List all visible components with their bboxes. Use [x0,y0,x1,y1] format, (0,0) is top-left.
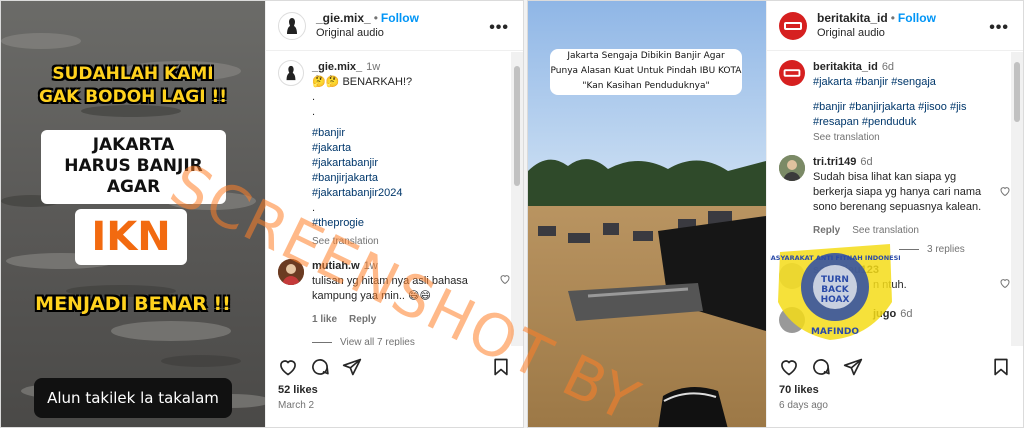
follow-button[interactable]: Follow [898,11,936,25]
overlay-line1: SUDAHLAH KAMI [52,64,214,84]
comments-scrollbar[interactable] [511,52,523,346]
overlay-line2: GAK BODOH LAGI !! [38,87,227,107]
like-comment-icon[interactable] [999,185,1011,197]
hashtag-link[interactable]: #jakarta [312,141,493,156]
avatar[interactable] [278,60,304,86]
seal-center-line2: BACK [821,285,849,295]
left-comments-panel: _gie.mix_ • Follow Original audio ••• _gie… [265,1,523,427]
right-post: Jakarta Sengaja Dibikin Banjir Agar Puny… [527,0,1024,428]
left-post-header: _gie.mix_ • Follow Original audio ••• [266,1,523,51]
view-replies[interactable]: 3 replies [899,244,1011,255]
overlay-box-line3: AGAR [106,177,161,197]
share-icon[interactable] [342,357,362,377]
left-post-video[interactable]: SUDAHLAH KAMI GAK BODOH LAGI !! JAKARTA … [1,1,265,427]
avatar[interactable] [779,11,807,40]
reply-button[interactable]: Reply [349,314,376,325]
video-caption-line2: Punya Alasan Kuat Untuk Pindah IBU KOTA [550,66,742,76]
comment-username[interactable]: mutiah.w [312,260,360,272]
action-bar [767,353,1023,381]
like-comment-icon[interactable] [499,273,511,285]
avatar[interactable] [779,60,805,86]
post-date: March 2 [278,400,315,411]
caption-text: 🤔🤔 BENARKAH!? [312,76,413,88]
see-translation-link[interactable]: See translation [813,132,880,143]
comments-list[interactable]: _gie.mix_ 1w 🤔🤔 BENARKAH!? . . #banjir #j… [266,52,523,346]
more-options-icon[interactable]: ••• [489,19,509,37]
mafindo-seal-logo: TURN BACK HOAX MASYARAKAT ANTI FITNAH IN… [770,244,900,340]
seal-bottom-text: MAFINDO [811,327,859,337]
caption-dot: . [312,202,316,214]
overlay-box-line1: JAKARTA [92,135,175,155]
save-icon[interactable] [491,357,511,377]
caption-username[interactable]: beritakita_id [813,61,878,73]
caption-block: beritakita_id 6d #jakarta #banjir #sengaj… [779,60,1011,145]
video-caption: Jakarta Sengaja Dibikin Banjir Agar Puny… [550,49,742,95]
hashtags-line1[interactable]: #jakarta #banjir #sengaja [813,75,993,90]
header-username[interactable]: _gie.mix_ [316,11,371,25]
scrollbar-thumb[interactable] [514,66,520,186]
likes-count[interactable]: 52 likes [278,384,318,396]
original-audio-link[interactable]: Original audio [316,26,419,41]
view-all-replies[interactable]: View all 7 replies [312,337,511,346]
like-icon[interactable] [278,357,298,377]
original-audio-link[interactable]: Original audio [817,26,936,41]
caption-dot: . [312,106,316,118]
seal-center-line1: TURN [821,275,849,285]
hashtags-line2[interactable]: #banjir #banjirjakarta #jisoo #jis [813,100,993,115]
avatar[interactable] [278,11,306,40]
hashtag-link[interactable]: #banjirjakarta [312,171,493,186]
seal-ring-text: MASYARAKAT ANTI FITNAH INDONESIA [770,254,900,262]
action-bar [266,353,523,381]
hashtag-link[interactable]: #banjir [312,126,493,141]
overlay-box: JAKARTA HARUS BANJIR AGAR [41,130,226,204]
avatar[interactable] [278,259,304,285]
share-icon[interactable] [843,357,863,377]
overlay-bottom-caption: Alun takilek la takalam [34,378,232,418]
hashtag-link[interactable]: #jakartabanjir2024 [312,186,493,201]
hashtag-link[interactable]: #theprogie [312,216,493,231]
overlay-box-line2: HARUS BANJIR [64,156,203,176]
seal-center-line3: HOAX [821,295,850,305]
comments-scrollbar[interactable] [1011,52,1023,346]
overlay-line3: MENJADI BENAR !! [35,293,231,315]
comment-text: Sudah bisa lihat kan siapa yg berkerja s… [813,171,982,213]
hashtags-line3[interactable]: #resapan #penduduk [813,115,993,130]
comment-icon[interactable] [310,357,330,377]
video-caption-line3: "Kan Kasihan Penduduknya" [582,81,710,91]
right-post-video[interactable]: Jakarta Sengaja Dibikin Banjir Agar Puny… [528,1,766,427]
scrollbar-thumb[interactable] [1014,62,1020,122]
caption-username[interactable]: _gie.mix_ [312,61,362,73]
header-username[interactable]: beritakita_id [817,11,888,25]
follow-button[interactable]: Follow [381,11,419,25]
overlay-ikn: IKN [75,209,187,265]
post-date: 6 days ago [779,400,828,411]
caption-time: 6d [881,61,895,73]
like-icon[interactable] [779,357,799,377]
comment-likes[interactable]: 1 like [312,314,337,325]
caption-time: 1w [366,61,381,73]
comment-item: mutiah.w 1w tulisan yg hitam nya asli bah… [278,259,511,327]
caption-dot: . [312,91,316,103]
comment-time: 6d [860,156,873,168]
comment-icon[interactable] [811,357,831,377]
avatar[interactable] [779,155,805,181]
comment-time: 6d [900,308,913,320]
comment-text: tulisan yg hitam nya asli bahasa kampung… [312,275,468,302]
left-post: SUDAHLAH KAMI GAK BODOH LAGI !! JAKARTA … [0,0,524,428]
save-icon[interactable] [991,357,1011,377]
video-caption-line1: Jakarta Sengaja Dibikin Banjir Agar [567,51,725,61]
right-post-header: beritakita_id • Follow Original audio ••• [767,1,1023,51]
comment-time: 1w [363,260,378,272]
see-translation-link[interactable]: See translation [312,236,379,247]
likes-count[interactable]: 70 likes [779,384,819,396]
like-comment-icon[interactable] [999,277,1011,289]
caption-block: _gie.mix_ 1w 🤔🤔 BENARKAH!? . . #banjir #j… [278,60,511,249]
hashtag-link[interactable]: #jakartabanjir [312,156,493,171]
more-options-icon[interactable]: ••• [989,19,1009,37]
right-comments-panel: beritakita_id • Follow Original audio ••• … [766,1,1023,427]
comment-username[interactable]: tri.tri149 [813,156,856,168]
comment-item: tri.tri149 6d Sudah bisa lihat kan siapa … [779,155,1011,238]
